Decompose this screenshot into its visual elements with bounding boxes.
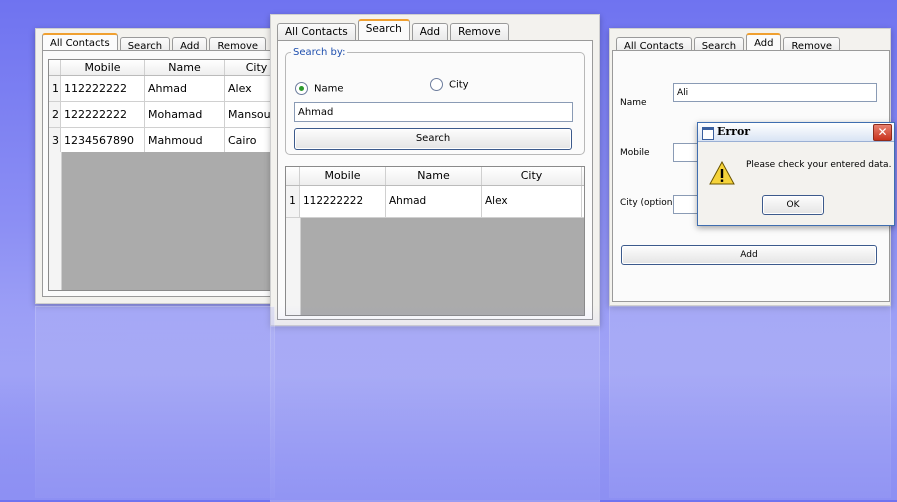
- table-row[interactable]: 1 112222222 Ahmad Alex: [286, 186, 584, 218]
- column-header-city[interactable]: City: [225, 60, 274, 75]
- window-reflection-right: [609, 306, 891, 498]
- radio-name[interactable]: [295, 82, 308, 95]
- column-header-name[interactable]: Name: [145, 60, 225, 75]
- radio-name-label: Name: [314, 83, 344, 95]
- radio-city-option[interactable]: City: [430, 78, 469, 91]
- dialog-message: Please check your entered data.: [746, 160, 892, 170]
- warning-icon: [709, 161, 735, 185]
- cell-name: Mahmoud: [145, 128, 225, 153]
- cell-mobile: 122222222: [61, 102, 145, 127]
- grid-empty-area: [300, 218, 584, 315]
- radio-city-label: City: [449, 79, 469, 91]
- cell-mobile: 1234567890: [61, 128, 145, 153]
- row-number: 3: [49, 128, 61, 153]
- table-row[interactable]: 1 112222222 Ahmad Alex: [49, 76, 274, 102]
- dialog-title: Error: [717, 125, 751, 138]
- window-reflection-middle: [270, 326, 600, 502]
- row-number: 1: [49, 76, 61, 101]
- window-reflection-left: [35, 306, 275, 498]
- cell-city: Mansoura: [225, 102, 274, 127]
- window-icon: [702, 127, 714, 140]
- row-header-corner: [49, 60, 61, 75]
- name-field[interactable]: [673, 83, 877, 102]
- row-header-corner: [286, 167, 300, 185]
- name-label: Name: [620, 98, 647, 108]
- mobile-label: Mobile: [620, 148, 650, 158]
- desktop-background: All Contacts Search Add Remove Mobile Na…: [0, 0, 897, 502]
- dialog-title-bar[interactable]: Error ✕: [698, 123, 894, 142]
- cell-mobile: 112222222: [300, 186, 386, 217]
- column-header-mobile[interactable]: Mobile: [61, 60, 145, 75]
- search-button[interactable]: Search: [294, 128, 572, 150]
- tab-panel: Search by: Name City Search Mobile Name …: [277, 40, 593, 320]
- add-button[interactable]: Add: [621, 245, 877, 265]
- column-header-name[interactable]: Name: [386, 167, 482, 185]
- column-header-mobile[interactable]: Mobile: [300, 167, 386, 185]
- cell-city: Alex: [482, 186, 582, 217]
- cell-city: Alex: [225, 76, 274, 101]
- tab-add[interactable]: Add: [411, 23, 449, 41]
- grid-empty-area: [61, 152, 274, 290]
- radio-city[interactable]: [430, 78, 443, 91]
- grid-header: Mobile Name City: [286, 167, 584, 186]
- tab-bar: All Contacts Search Add Remove: [277, 19, 509, 41]
- contacts-window-all: All Contacts Search Add Remove Mobile Na…: [35, 28, 275, 304]
- table-row[interactable]: 3 1234567890 Mahmoud Cairo: [49, 128, 274, 154]
- cell-name: Ahmad: [145, 76, 225, 101]
- error-dialog: Error ✕ Please check your entered data. …: [697, 122, 895, 226]
- cell-mobile: 112222222: [61, 76, 145, 101]
- row-number: 1: [286, 186, 300, 217]
- tab-remove[interactable]: Remove: [450, 23, 509, 41]
- column-header-city[interactable]: City: [482, 167, 582, 185]
- table-row[interactable]: 2 122222222 Mohamad Mansoura: [49, 102, 274, 128]
- contacts-grid[interactable]: Mobile Name City 1 112222222 Ahmad Alex …: [48, 59, 274, 291]
- tab-all-contacts[interactable]: All Contacts: [277, 23, 356, 41]
- search-by-label: Search by:: [293, 47, 346, 58]
- tab-panel: Mobile Name City 1 112222222 Ahmad Alex …: [42, 50, 274, 297]
- row-number: 2: [49, 102, 61, 127]
- grid-header: Mobile Name City: [49, 60, 274, 76]
- search-input[interactable]: [294, 102, 573, 122]
- row-header-strip: [286, 218, 301, 315]
- ok-button[interactable]: OK: [762, 195, 824, 215]
- close-icon[interactable]: ✕: [873, 124, 892, 141]
- contacts-window-search: All Contacts Search Add Remove Search by…: [270, 14, 600, 326]
- cell-city: Cairo: [225, 128, 274, 153]
- radio-name-option[interactable]: Name: [295, 82, 344, 95]
- cell-name: Ahmad: [386, 186, 482, 217]
- row-header-strip: [49, 152, 62, 290]
- cell-name: Mohamad: [145, 102, 225, 127]
- search-results-grid[interactable]: Mobile Name City 1 112222222 Ahmad Alex: [285, 166, 585, 316]
- tab-search[interactable]: Search: [357, 19, 410, 41]
